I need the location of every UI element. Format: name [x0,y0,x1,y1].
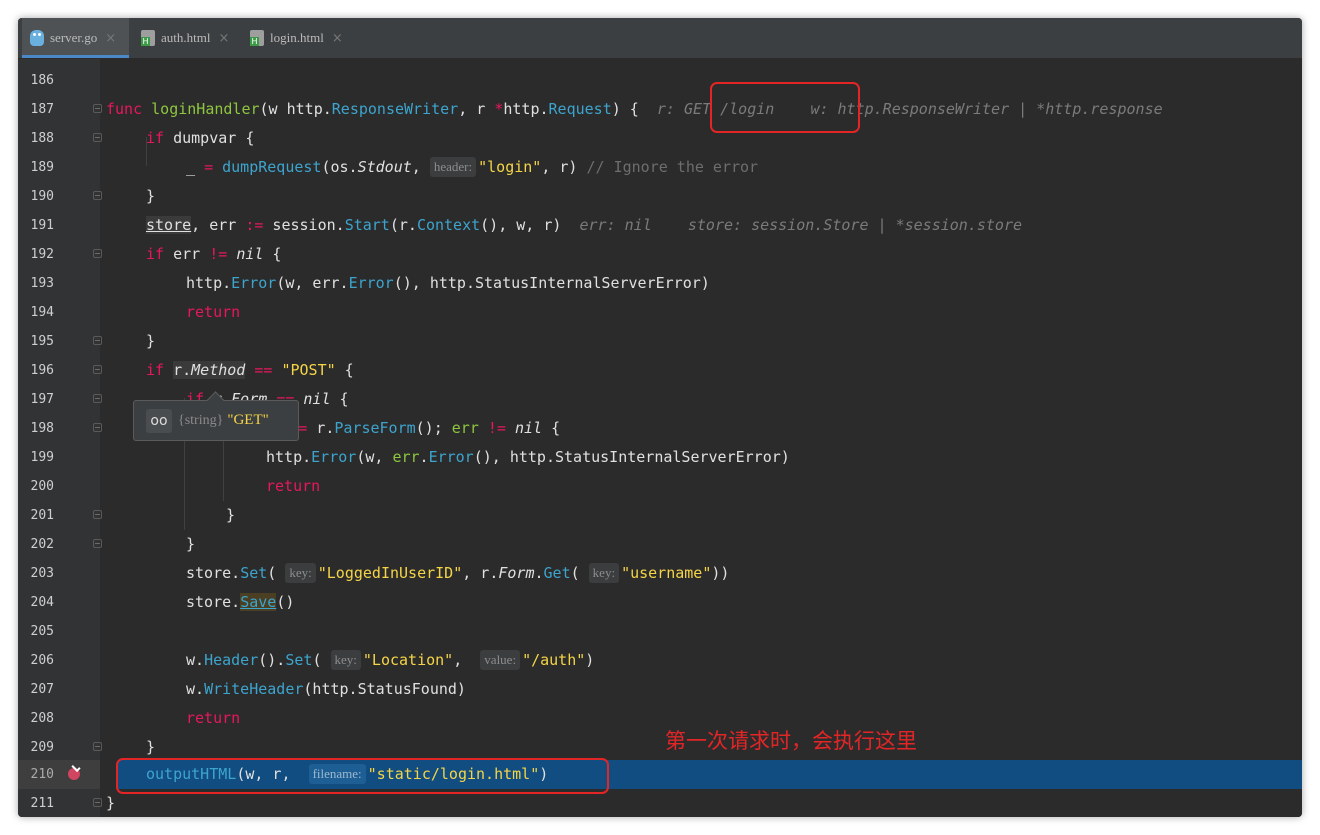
code-line: 199 http.Error(w, err.Error(), http.Stat… [18,443,1302,472]
code-line: 196 if r.Method == "POST" { [18,356,1302,385]
fold-icon[interactable] [93,104,102,113]
fold-icon[interactable] [93,336,102,345]
line-number: 196 [30,363,54,378]
line-number: 208 [30,711,54,726]
code-line: 207 w.WriteHeader(http.StatusFound) [18,675,1302,704]
code-line: 190 } [18,182,1302,211]
tab-server-go[interactable]: server.go × [22,18,129,58]
tab-login-html[interactable]: login.html × [242,18,352,58]
param-hint: filename: [308,764,366,784]
line-number: 187 [30,102,54,117]
code-line: 187 func loginHandler(w http.ResponseWri… [18,95,1302,124]
line-number: 201 [30,508,54,523]
fold-icon[interactable] [93,539,102,548]
line-number: 210 [30,767,54,782]
tab-auth-html[interactable]: auth.html × [133,18,238,58]
code-line: 192 if err != nil { [18,240,1302,269]
fold-icon[interactable] [93,742,102,751]
line-number: 200 [30,479,54,494]
code-line: 200 return [18,472,1302,501]
inline-value-w: w: http.ResponseWriter | *http.response [810,100,1163,118]
fold-icon[interactable] [93,423,102,432]
line-number: 207 [30,682,54,697]
tab-label: server.go [50,30,98,45]
line-number: 194 [30,305,54,320]
tooltip-value: "GET" [227,412,269,428]
close-icon[interactable]: × [332,31,343,46]
close-icon[interactable]: × [218,31,229,46]
line-number: 209 [30,740,54,755]
tab-label: login.html [270,30,324,45]
line-number: 191 [30,218,54,233]
param-hint: key: [330,650,361,670]
editor-tab-bar: server.go × auth.html × login.html × [18,18,1302,59]
line-number: 211 [30,796,54,811]
fold-icon[interactable] [93,249,102,258]
line-number: 190 [30,189,54,204]
code-line: 191 store, err := session.Start(r.Contex… [18,211,1302,240]
code-line-current: 210 outputHTML(w, r, filename: "static/lo… [18,760,1302,789]
code-line: 201 } [18,501,1302,530]
inline-value-store: store: session.Store | *session.store [687,216,1023,234]
code-line: 194 return [18,298,1302,327]
ide-window: server.go × auth.html × login.html × 186… [18,18,1302,817]
param-hint: key: [285,563,316,583]
inline-value-err: err: nil [579,216,652,234]
code-line: 202 } [18,530,1302,559]
code-line: 211 } [18,789,1302,817]
line-number: 195 [30,334,54,349]
line-number: 193 [30,276,54,291]
code-line: 195 } [18,327,1302,356]
line-number: 203 [30,566,54,581]
fold-icon[interactable] [93,394,102,403]
code-line: 205 [18,617,1302,646]
fold-icon[interactable] [93,191,102,200]
line-number: 192 [30,247,54,262]
code-line: 203 store.Set( key: "LoggedInUserID", r.F… [18,559,1302,588]
line-number: 199 [30,450,54,465]
line-number: 189 [30,160,54,175]
fold-icon[interactable] [93,510,102,519]
param-hint: value: [480,650,521,670]
debug-value-tooltip: oo {string} "GET" [133,400,299,441]
line-number: 205 [30,624,54,639]
glasses-icon[interactable]: oo [146,408,172,433]
fold-icon[interactable] [93,798,102,807]
tooltip-type: {string} [178,412,224,428]
code-line: 188 if dumpvar { [18,124,1302,153]
line-number: 198 [30,421,54,436]
line-number: 186 [30,73,54,88]
line-number: 206 [30,653,54,668]
inline-value-r: r: GET /login [656,100,775,118]
code-line: 189 _ = dumpRequest(os.Stdout, header: "l… [18,153,1302,182]
line-number: 202 [30,537,54,552]
param-hint: key: [588,563,620,583]
param-hint: header: [429,157,477,177]
code-line: 193 http.Error(w, err.Error(), http.Stat… [18,269,1302,298]
annotation-text: 第一次请求时，会执行这里 [665,729,917,753]
code-line: 208 return [18,704,1302,733]
html-file-icon [141,30,155,46]
line-number: 197 [30,392,54,407]
line-number: 188 [30,131,54,146]
code-line: 209 } [18,733,1302,762]
code-line: 204 store.Save() [18,588,1302,617]
tab-label: auth.html [161,30,211,45]
go-file-icon [30,30,44,46]
code-line: 186 [18,66,1302,95]
fold-icon[interactable] [93,365,102,374]
fold-icon[interactable] [93,133,102,142]
code-line: 206 w.Header().Set( key: "Location", valu… [18,646,1302,675]
html-file-icon [250,30,264,46]
close-icon[interactable]: × [105,31,116,46]
line-number: 204 [30,595,54,610]
